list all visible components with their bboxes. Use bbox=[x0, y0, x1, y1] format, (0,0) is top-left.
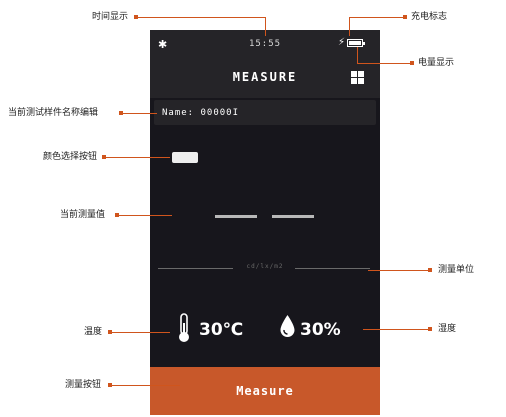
value-dash-left bbox=[215, 215, 257, 218]
label-humidity: 湿度 bbox=[438, 324, 457, 334]
leader-charging-indicator-drop bbox=[349, 17, 350, 36]
leader-charging-indicator bbox=[349, 17, 405, 18]
sample-name-field[interactable]: Name: 00000I bbox=[154, 100, 376, 125]
label-current-value: 当前测量值 bbox=[60, 210, 106, 220]
leader-sample-name-edit bbox=[121, 113, 157, 114]
leader-time-display bbox=[136, 17, 266, 18]
label-time-display: 时间显示 bbox=[92, 12, 129, 22]
battery-icon bbox=[347, 39, 365, 47]
grid-menu-icon[interactable] bbox=[351, 71, 364, 84]
label-battery-display: 电量显示 bbox=[418, 58, 455, 68]
humidity-value: 30% bbox=[300, 320, 341, 340]
leader-humidity bbox=[363, 329, 430, 330]
sample-name-text: Name: 00000I bbox=[162, 108, 240, 118]
leader-time-display-drop bbox=[265, 17, 266, 36]
leader-battery-display bbox=[357, 63, 412, 64]
page-title: MEASURE bbox=[232, 70, 298, 84]
value-dash-right bbox=[272, 215, 314, 218]
charging-bolt-icon: ⚡ bbox=[338, 37, 346, 48]
leader-temperature bbox=[110, 332, 170, 333]
status-time: 15:55 bbox=[248, 39, 282, 49]
leader-color-select-button bbox=[104, 157, 170, 158]
label-charging-indicator: 充电标志 bbox=[411, 12, 448, 22]
leader-measure-unit bbox=[368, 270, 430, 271]
label-color-select-button: 颜色选择按钮 bbox=[43, 152, 98, 162]
label-sample-name-edit: 当前测试样件名称编辑 bbox=[8, 108, 99, 118]
app-header: MEASURE bbox=[150, 58, 380, 98]
label-measure-unit: 测量单位 bbox=[438, 265, 475, 275]
label-temperature: 温度 bbox=[84, 327, 103, 337]
leader-current-value bbox=[117, 215, 172, 216]
label-measure-button: 测量按钮 bbox=[65, 380, 102, 390]
measure-button-label: Measure bbox=[236, 384, 294, 398]
water-drop-icon bbox=[280, 315, 295, 337]
leader-battery-display-drop bbox=[357, 47, 358, 64]
measure-button[interactable]: Measure bbox=[150, 367, 380, 415]
color-select-button[interactable] bbox=[172, 152, 198, 163]
thermometer-icon bbox=[179, 313, 189, 342]
unit-divider-right bbox=[295, 268, 370, 269]
leader-measure-button bbox=[110, 385, 180, 386]
phone-screen: ✱ 15:55 ⚡ MEASURE Name: 00000I cd/lx/m2 … bbox=[150, 30, 380, 415]
temperature-value: 30℃ bbox=[199, 320, 244, 340]
